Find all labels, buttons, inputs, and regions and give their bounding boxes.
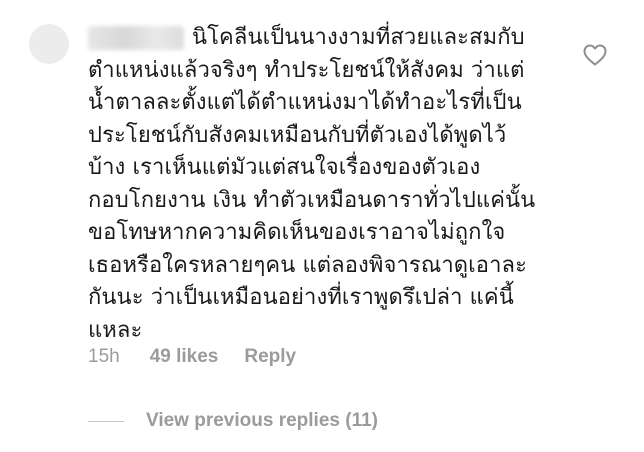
heart-icon[interactable] (583, 44, 607, 66)
reply-button[interactable]: Reply (244, 346, 296, 368)
comment-line: เธอหรือใครหลายๆคน แต่ลองพิจารณาดูเอาละ (88, 252, 528, 278)
comment-line: นิโคลีนเป็นนางงามที่สวยและสมกับ (192, 25, 525, 50)
comment-line: ประโยชน์กับสังคมเหมือนกับที่ตัวเองได้พูด… (88, 122, 507, 148)
comment-line: ขอโทษหากความคิดเห็นของเราอาจไม่ถูกใจ (88, 220, 506, 245)
comment-line: กันนะ ว่าเป็นเหมือนอย่างที่เราพูดรึเปล่า… (88, 285, 514, 310)
avatar[interactable] (29, 24, 69, 64)
likes-count[interactable]: 49 likes (150, 346, 219, 368)
comment-line: กอบโกยงาน เงิน ทำตัวเหมือนดาราทั่วไปแค่น… (88, 187, 536, 213)
comment: นิโคลีนเป็นนางงามที่สวยและสมกับ ตำแหน่งแ… (0, 0, 644, 452)
comment-text: นิโคลีนเป็นนางงามที่สวยและสมกับ ตำแหน่งแ… (88, 22, 558, 347)
timestamp: 15h (88, 346, 120, 367)
comment-line: น้ำตาลละตั้งแต่ได้ตำแหน่งมาได้ทำอะไรที่เ… (88, 90, 522, 115)
divider-dash (88, 420, 124, 422)
comment-meta: 15h 49 likes Reply (88, 346, 296, 368)
view-previous-replies-button[interactable]: View previous replies (11) (88, 410, 378, 432)
comment-line: ตำแหน่งแล้วจริงๆ ทำประโยชน์ให้สังคม ว่าแ… (88, 57, 525, 83)
view-previous-replies-label: View previous replies (11) (146, 410, 378, 431)
comment-line: แหละ (88, 317, 143, 343)
comment-line: บ้าง เราเห็นแต่มัวแต่สนใจเรื่องของตัวเอง (88, 155, 481, 180)
